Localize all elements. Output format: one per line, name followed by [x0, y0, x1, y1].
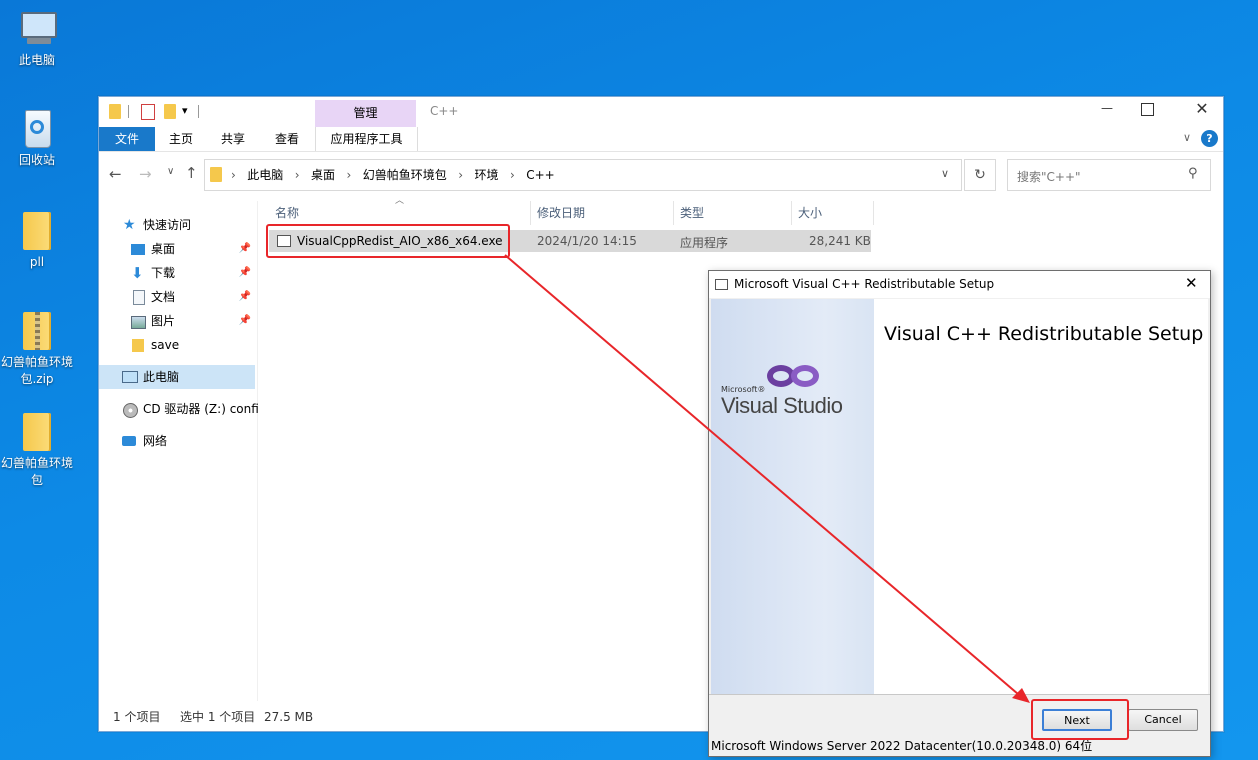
- annotation-arrow: [504, 254, 1030, 703]
